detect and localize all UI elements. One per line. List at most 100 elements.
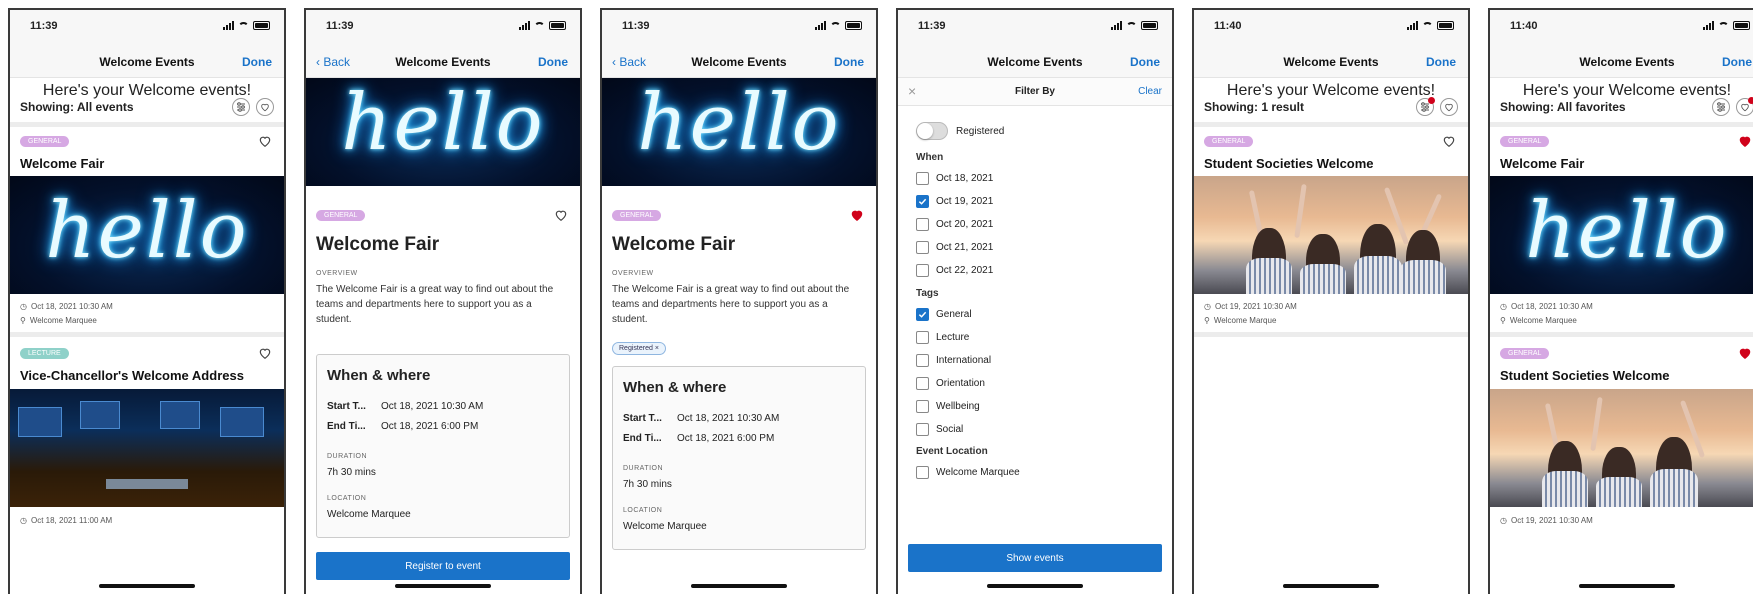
event-image-friends-sunset[interactable] [1490, 389, 1753, 507]
done-button[interactable]: Done [1130, 55, 1160, 69]
favorite-heart-icon[interactable] [1442, 134, 1456, 148]
favorite-heart-icon[interactable] [258, 134, 272, 148]
done-button[interactable]: Done [834, 55, 864, 69]
event-image-friends-sunset[interactable] [1194, 176, 1468, 294]
status-time: 11:39 [30, 20, 58, 32]
location-value: Welcome Marquee [327, 509, 411, 520]
event-image-neon-hello[interactable]: hello [1490, 176, 1753, 294]
checkbox[interactable] [916, 400, 929, 413]
done-button[interactable]: Done [538, 55, 568, 69]
duration-value: 7h 30 mins [327, 467, 376, 478]
tag-option[interactable]: International [916, 354, 991, 367]
clear-button[interactable]: Clear [1138, 86, 1162, 97]
event-date: ◷ Oct 18, 2021 10:30 AM [20, 302, 113, 311]
checkbox[interactable] [916, 241, 929, 254]
active-filter-dot [1428, 97, 1435, 104]
event-date: ◷ Oct 19, 2021 10:30 AM [1500, 516, 1593, 525]
checkbox-checked[interactable] [916, 195, 929, 208]
event-image-neon-hello[interactable]: hello [10, 176, 284, 294]
tag-option-label: International [936, 355, 992, 366]
registered-toggle[interactable] [916, 122, 948, 140]
status-time: 11:39 [918, 20, 946, 32]
battery-icon [253, 21, 270, 30]
overview-text: The Welcome Fair is a great way to find … [612, 284, 850, 325]
location-option[interactable]: Welcome Marquee [916, 466, 1020, 479]
done-button[interactable]: Done [242, 55, 272, 69]
date-option[interactable]: Oct 20, 2021 [916, 218, 993, 231]
favorites-heart-icon[interactable] [1736, 97, 1753, 116]
checkbox[interactable] [916, 423, 929, 436]
location-pin-icon: ⚲ [1500, 316, 1506, 325]
wifi-icon [1422, 21, 1433, 30]
battery-icon [549, 21, 566, 30]
battery-icon [845, 21, 862, 30]
done-button[interactable]: Done [1722, 55, 1752, 69]
tag-option[interactable]: Lecture [916, 331, 969, 344]
divider [1490, 122, 1753, 127]
date-option[interactable]: Oct 22, 2021 [916, 264, 993, 277]
tag-option[interactable]: Social [916, 423, 963, 436]
tag-option[interactable]: Wellbeing [916, 400, 980, 413]
event-date: ◷ Oct 18, 2021 11:00 AM [20, 516, 113, 525]
active-favorites-dot [1748, 97, 1753, 104]
checkbox-checked[interactable] [916, 308, 929, 321]
event-location: ⚲ Welcome Marquee [20, 316, 97, 325]
tag-option[interactable]: General [916, 308, 972, 321]
event-title[interactable]: Student Societies Welcome [1204, 156, 1374, 171]
phone-screen-filtered-results: 11:40 Welcome Events Done Here's your We… [1192, 8, 1470, 594]
date-option-label: Oct 20, 2021 [936, 219, 994, 230]
favorite-heart-filled-icon[interactable] [1738, 346, 1752, 360]
clock-icon: ◷ [1500, 302, 1507, 311]
favorite-heart-icon[interactable] [554, 208, 568, 222]
tags-section-label: Tags [916, 288, 939, 299]
event-tag: GENERAL [20, 136, 70, 147]
location-value: Welcome Marquee [623, 521, 707, 532]
location-option-label: Welcome Marquee [936, 467, 1020, 478]
tag-option-label: Social [936, 424, 964, 435]
checkbox[interactable] [916, 377, 929, 390]
register-button[interactable]: Register to event [316, 552, 570, 580]
date-option[interactable]: Oct 21, 2021 [916, 241, 993, 254]
favorites-heart-icon[interactable] [1440, 98, 1458, 116]
event-tag: GENERAL [316, 210, 366, 221]
registered-chip[interactable]: Registered × [612, 342, 666, 355]
event-title[interactable]: Vice-Chancellor's Welcome Address [20, 368, 244, 383]
phone-screen-event-detail: 11:39 ‹ Back Welcome Events Done hello G… [304, 8, 582, 594]
favorite-heart-filled-icon[interactable] [850, 208, 864, 222]
chip-close-icon[interactable]: × [655, 345, 659, 352]
start-label: Start T... [623, 413, 662, 424]
event-title[interactable]: Welcome Fair [20, 156, 104, 171]
checkbox[interactable] [916, 466, 929, 479]
event-title[interactable]: Student Societies Welcome [1500, 368, 1670, 383]
done-button[interactable]: Done [1426, 55, 1456, 69]
date-option-label: Oct 21, 2021 [936, 242, 994, 253]
clock-icon: ◷ [20, 516, 27, 525]
tag-option-label: Lecture [936, 332, 970, 343]
filter-icon[interactable] [1712, 98, 1730, 116]
filter-icon[interactable] [1416, 97, 1435, 116]
event-image-lecture-hall[interactable] [10, 389, 284, 507]
tag-option[interactable]: Orientation [916, 377, 985, 390]
favorites-heart-icon[interactable] [256, 98, 274, 116]
signal-icon [223, 21, 234, 30]
overview-text: The Welcome Fair is a great way to find … [316, 284, 554, 325]
clock-icon: ◷ [20, 302, 27, 311]
status-time: 11:40 [1214, 20, 1242, 32]
date-option[interactable]: Oct 19, 2021 [916, 195, 993, 208]
checkbox[interactable] [916, 264, 929, 277]
show-events-button[interactable]: Show events [908, 544, 1162, 572]
filter-icon[interactable] [232, 98, 250, 116]
date-option[interactable]: Oct 18, 2021 [916, 172, 993, 185]
favorite-heart-icon[interactable] [258, 346, 272, 360]
checkbox[interactable] [916, 218, 929, 231]
status-bar: 11:40 [1490, 10, 1753, 44]
checkbox[interactable] [916, 354, 929, 367]
favorite-heart-filled-icon[interactable] [1738, 134, 1752, 148]
signal-icon [519, 21, 530, 30]
event-title[interactable]: Welcome Fair [1500, 156, 1584, 171]
checkbox[interactable] [916, 331, 929, 344]
nav-bar: Welcome Events Done [898, 44, 1172, 78]
checkbox[interactable] [916, 172, 929, 185]
event-tag: LECTURE [20, 348, 69, 359]
location-pin-icon: ⚲ [1204, 316, 1210, 325]
